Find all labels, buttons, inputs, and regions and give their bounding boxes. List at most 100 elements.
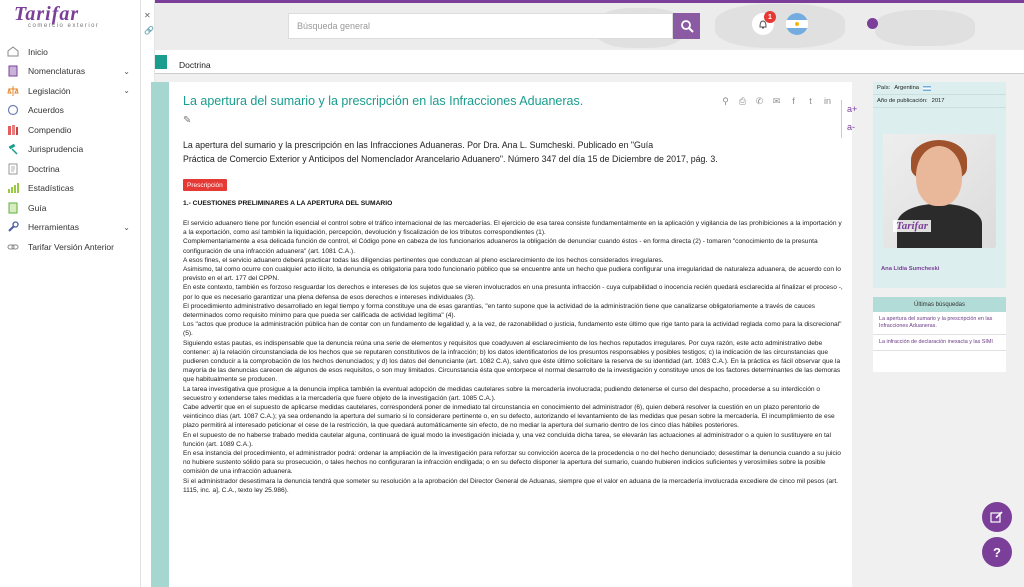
author-photo: Tarifar <box>883 134 996 248</box>
author-panel: País: Argentina Año de publicación: 2017… <box>873 82 1006 288</box>
sidebar-item-label: Guía <box>28 202 47 213</box>
search-placeholder: Búsqueda general <box>297 21 371 31</box>
article-subtitle-line: La apertura del sumario y la prescripció… <box>183 140 654 150</box>
top-bar: Búsqueda general 1 <box>155 0 1024 50</box>
recent-search-item[interactable]: La apertura del sumario y la prescripció… <box>873 312 1006 335</box>
sidebar-item-jurisprudencia[interactable]: Jurisprudencia <box>0 140 141 160</box>
edit-icon <box>990 511 1003 523</box>
country-value: Argentina <box>894 85 920 91</box>
sidebar-item-nomenclaturas[interactable]: Nomenclaturas ⌄ <box>0 62 141 82</box>
author-name[interactable]: Ana Lidia Sumcheski <box>881 266 939 272</box>
paragraph: En este contexto, también es forzoso res… <box>183 284 843 301</box>
edit-fab-button[interactable] <box>982 502 1012 532</box>
sidebar-nav: Inicio Nomenclaturas ⌄ Legislación ⌄ Acu… <box>0 42 141 257</box>
sidebar-item-legislacion[interactable]: Legislación ⌄ <box>0 81 141 101</box>
paragraph: La tarea investigativa que prosigue a la… <box>183 385 821 402</box>
sidebar-item-herramientas[interactable]: Herramientas ⌄ <box>0 218 141 238</box>
search-icon <box>680 20 694 33</box>
paragraph: Siguiendo estas pautas, es indispensable… <box>183 339 841 384</box>
world-map-decoration <box>715 4 845 48</box>
paragraph: En esa instancia del procedimiento, el a… <box>183 450 841 476</box>
article-body: El servicio aduanero tiene por función e… <box>183 219 847 495</box>
guide-icon <box>6 202 20 214</box>
scale-icon <box>6 85 20 97</box>
gavel-icon <box>6 143 20 155</box>
recent-searches-title: Últimas búsquedas <box>873 297 1006 312</box>
article-panel: La apertura del sumario y la prescripció… <box>169 82 857 587</box>
sidebar-item-label: Estadísticas <box>28 183 74 194</box>
year-value: 2017 <box>931 98 945 104</box>
sidebar-item-label: Herramientas <box>28 222 80 233</box>
article-title: La apertura del sumario y la prescripció… <box>183 94 584 108</box>
link-icon <box>6 241 20 253</box>
question-icon: ? <box>993 544 1001 560</box>
article-toolbar: ⚲ ⎙ ✆ ✉ f t in <box>720 96 833 107</box>
article-subtitle-line: Práctica de Comercio Exterior y Anticipo… <box>183 154 718 164</box>
sidebar-item-label: Jurisprudencia <box>28 144 84 155</box>
card-logo: Tarifar <box>893 220 931 232</box>
country-label: País: <box>877 85 891 91</box>
books-icon <box>6 124 20 136</box>
email-icon[interactable]: ✉ <box>771 96 782 107</box>
sidebar-item-label: Tarifar Versión Anterior <box>28 241 114 252</box>
sidebar-item-label: Compendio <box>28 124 72 135</box>
sidebar-item-label: Doctrina <box>28 163 60 174</box>
close-icon[interactable]: ✕ <box>144 11 151 20</box>
link-icon[interactable]: 🔗 <box>144 26 154 35</box>
sidebar-item-compendio[interactable]: Compendio <box>0 120 141 140</box>
recent-searches-panel: Últimas búsquedas La apertura del sumari… <box>873 297 1006 372</box>
book-icon <box>6 65 20 77</box>
sidebar-item-version-anterior[interactable]: Tarifar Versión Anterior <box>0 237 141 257</box>
sidebar-item-guia[interactable]: Guía <box>0 198 141 218</box>
sidebar-item-doctrina[interactable]: Doctrina <box>0 159 141 179</box>
sidebar-item-estadisticas[interactable]: Estadísticas <box>0 179 141 199</box>
world-map-decoration <box>875 10 975 46</box>
linkedin-icon[interactable]: in <box>822 96 833 107</box>
search-input[interactable]: Búsqueda general <box>288 13 673 39</box>
font-decrease-button[interactable]: a- <box>847 118 855 136</box>
chevron-down-icon[interactable]: ⌄ <box>123 223 130 232</box>
zoom-icon[interactable]: ⚲ <box>720 96 731 107</box>
tarifar-logo[interactable]: Tarifar comercio exterior <box>14 3 100 29</box>
article-subtitle: La apertura del sumario y la prescripció… <box>183 138 823 166</box>
paragraph: Los "actos que produce la administración… <box>183 321 842 338</box>
font-size-controls: a+ a- <box>841 100 857 138</box>
sidebar-item-inicio[interactable]: Inicio <box>0 42 141 62</box>
print-icon[interactable]: ⎙ <box>737 96 748 107</box>
sidebar-item-label: Legislación <box>28 85 71 96</box>
country-row: País: Argentina <box>873 82 1006 95</box>
article-side-bar <box>151 82 169 587</box>
argentina-flag-icon <box>923 85 932 91</box>
sidebar-item-label: Acuerdos <box>28 105 64 116</box>
font-increase-button[interactable]: a+ <box>847 100 857 118</box>
help-fab-button[interactable]: ? <box>982 537 1012 567</box>
handshake-icon <box>6 104 20 116</box>
recent-search-item[interactable]: La infracción de declaración inexacta y … <box>873 335 1006 351</box>
chevron-down-icon[interactable]: ⌄ <box>123 86 130 95</box>
search-button[interactable] <box>673 13 700 39</box>
user-avatar-icon[interactable] <box>867 18 878 29</box>
pencil-icon[interactable]: ✎ <box>183 115 191 126</box>
whatsapp-icon[interactable]: ✆ <box>754 96 765 107</box>
paragraph: El procedimiento administrativo desarrol… <box>183 302 816 320</box>
sidebar: Tarifar comercio exterior Inicio Nomencl… <box>0 0 141 587</box>
top-accent-line <box>155 0 1024 3</box>
wrench-icon <box>6 221 20 233</box>
tag-badge[interactable]: Prescripción <box>183 179 227 191</box>
paragraph: El servicio aduanero tiene por función e… <box>183 220 842 237</box>
chevron-down-icon[interactable]: ⌄ <box>123 67 130 76</box>
section-header: Doctrina <box>155 50 1024 74</box>
paragraph: Complementariamente a esa delicada funci… <box>183 238 818 255</box>
facebook-icon[interactable]: f <box>788 96 799 107</box>
home-icon <box>6 46 20 58</box>
paragraph: Si el administrador desestimara la denun… <box>183 477 838 494</box>
section-title: Doctrina <box>179 60 211 70</box>
doc-icon <box>6 163 20 175</box>
sidebar-item-acuerdos[interactable]: Acuerdos <box>0 101 141 121</box>
sidebar-item-label: Inicio <box>28 46 48 57</box>
paragraph: A esos fines, el servicio aduanero deber… <box>183 256 664 264</box>
country-flag-button[interactable] <box>786 13 808 35</box>
twitter-icon[interactable]: t <box>805 96 816 107</box>
year-label: Año de publicación: <box>877 98 928 104</box>
doctrina-icon <box>155 55 167 69</box>
